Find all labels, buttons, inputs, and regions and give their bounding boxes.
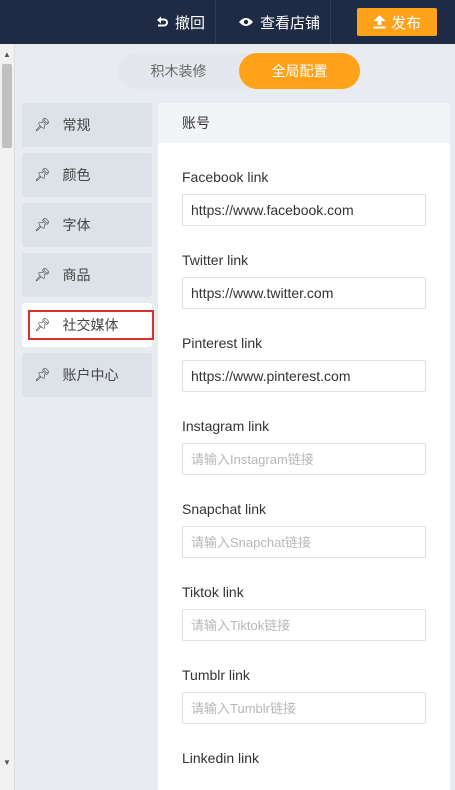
field-label: Linkedin link [182, 750, 260, 766]
eye-icon [238, 16, 254, 28]
field-label: Snapchat link [182, 501, 267, 517]
field-label: Pinterest link [182, 335, 263, 351]
menu-item-account-center[interactable]: 📌︎ 账户中心 [22, 353, 152, 397]
instagram-link-input[interactable] [182, 443, 426, 475]
menu-item-label: 账户中心 [62, 367, 119, 383]
menu-item-social-media[interactable]: 📌︎ 社交媒体 [22, 303, 154, 347]
tab-global-config[interactable]: 全局配置 [239, 53, 360, 89]
menu-item-label: 常规 [62, 117, 91, 133]
menu-item-label: 颜色 [62, 167, 91, 183]
menu-item-general[interactable]: 📌︎ 常规 [22, 103, 152, 147]
snapchat-link-input[interactable] [182, 526, 426, 558]
panel-title: 账号 [158, 103, 450, 143]
twitter-link-input[interactable] [182, 277, 426, 309]
undo-button[interactable]: 撤回 [145, 0, 215, 44]
facebook-link-input[interactable] [182, 194, 426, 226]
snapchat-field: Snapchat link [182, 501, 450, 558]
scroll-up-arrow-icon[interactable]: ▲ [0, 46, 14, 62]
publish-label: 发布 [390, 14, 421, 32]
field-label: Tumblr link [182, 667, 250, 683]
mode-switch: 积木装修 全局配置 [118, 53, 360, 89]
menu-item-label: 字体 [62, 217, 91, 233]
undo-icon [155, 15, 169, 29]
pin-icon: 📌︎ [34, 267, 51, 282]
scroll-thumb[interactable] [2, 64, 12, 148]
field-label: Twitter link [182, 252, 249, 268]
publish-wrap: 发布 [330, 0, 455, 44]
menu-item-product[interactable]: 📌︎ 商品 [22, 253, 152, 297]
undo-label: 撤回 [174, 14, 205, 32]
pin-icon: 📌︎ [34, 167, 51, 182]
view-store-button[interactable]: 查看店铺 [214, 0, 330, 44]
top-toolbar: 撤回 查看店铺 发布 [0, 0, 455, 44]
scrollbar[interactable]: ▲ ▼ [0, 44, 15, 790]
selection-highlight [28, 310, 154, 340]
upload-icon [373, 15, 386, 29]
tab-block-decoration[interactable]: 积木装修 [118, 53, 239, 89]
pin-icon: 📌︎ [34, 217, 51, 232]
pin-icon: 📌︎ [34, 367, 51, 382]
tumblr-field: Tumblr link [182, 667, 450, 724]
publish-button[interactable]: 发布 [357, 8, 437, 36]
menu-item-label: 商品 [62, 267, 91, 283]
social-media-panel: 账号 Facebook link Twitter link Pinterest … [158, 103, 450, 790]
twitter-field: Twitter link [182, 252, 450, 309]
pin-icon: 📌︎ [34, 117, 51, 132]
settings-menu: 📌︎ 常规 📌︎ 颜色 📌︎ 字体 📌︎ 商品 📌︎ 社交媒体 📌︎ 账户中心 [22, 103, 154, 403]
linkedin-field: Linkedin link [182, 750, 450, 766]
facebook-field: Facebook link [182, 169, 450, 226]
tumblr-link-input[interactable] [182, 692, 426, 724]
pinterest-field: Pinterest link [182, 335, 450, 392]
tiktok-field: Tiktok link [182, 584, 450, 641]
tiktok-link-input[interactable] [182, 609, 426, 641]
field-label: Facebook link [182, 169, 269, 185]
view-store-label: 查看店铺 [259, 14, 320, 32]
instagram-field: Instagram link [182, 418, 450, 475]
menu-item-color[interactable]: 📌︎ 颜色 [22, 153, 152, 197]
menu-item-font[interactable]: 📌︎ 字体 [22, 203, 152, 247]
pinterest-link-input[interactable] [182, 360, 426, 392]
scroll-down-arrow-icon[interactable]: ▼ [0, 754, 14, 770]
field-label: Instagram link [182, 418, 270, 434]
field-label: Tiktok link [182, 584, 244, 600]
